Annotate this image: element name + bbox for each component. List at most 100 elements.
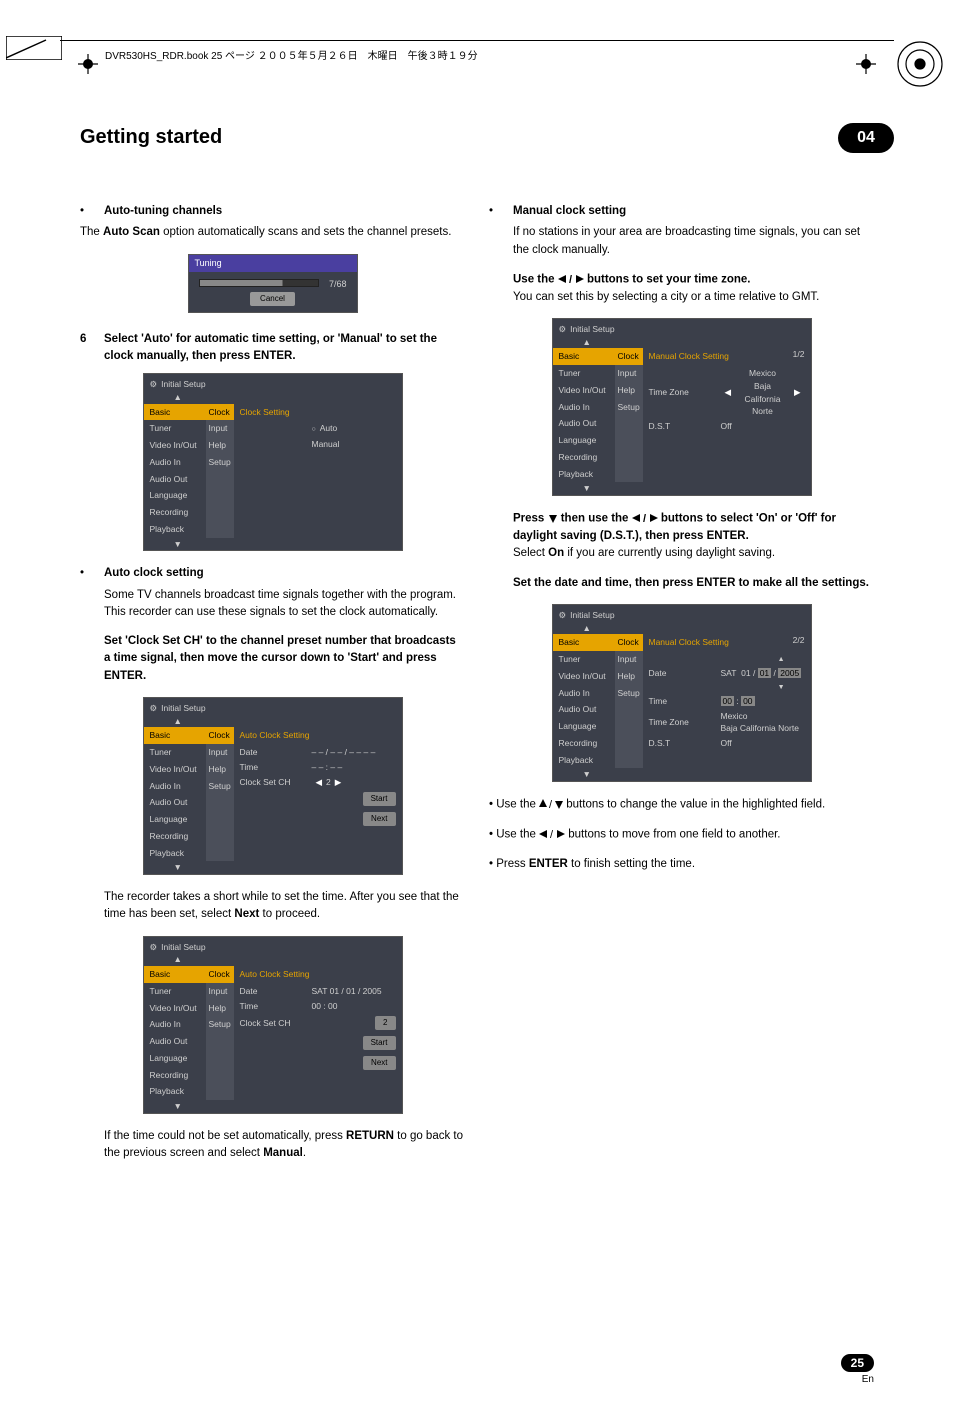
time-hour-field[interactable]: 00 [721,696,734,706]
side-item[interactable]: Recording [144,1067,206,1084]
side-item[interactable]: Language [144,811,206,828]
side-item[interactable]: Language [144,1050,206,1067]
side-item[interactable]: Playback [553,466,615,483]
side-item[interactable]: Video In/Out [144,437,206,454]
time-label: Time [649,695,721,708]
up-arrow-icon: ▲ [174,954,182,964]
time-min-field[interactable]: 00 [741,696,754,706]
dst-body: Select On if you are currently using day… [513,545,874,562]
side-item[interactable]: Audio Out [553,415,615,432]
tab[interactable]: Setup [206,778,234,795]
side-item[interactable]: Tuner [144,744,206,761]
side-item[interactable]: Language [553,718,615,735]
tab[interactable]: Help [206,1000,234,1017]
side-item[interactable]: Video In/Out [553,382,615,399]
side-item[interactable]: Recording [144,504,206,521]
side-item[interactable]: Audio In [144,454,206,471]
text: Use the [496,829,539,841]
section-title: Getting started [80,122,222,153]
side-item[interactable]: Playback [144,521,206,538]
tab[interactable]: Clock [206,966,234,983]
side-item[interactable]: Audio Out [144,1033,206,1050]
side-item[interactable]: Tuner [144,983,206,1000]
tab[interactable]: Input [615,651,643,668]
text: buttons to move from one field to anothe… [565,829,780,841]
tab[interactable]: Help [615,382,643,399]
side-item[interactable]: Basic [144,727,206,744]
text: Use the [496,799,539,811]
start-button[interactable]: Start [363,1036,396,1050]
side-item[interactable]: Video In/Out [144,761,206,778]
tuning-title: Tuning [189,255,357,273]
side-item[interactable]: Recording [553,449,615,466]
tab[interactable]: Input [206,420,234,437]
side-item[interactable]: Language [144,487,206,504]
tab[interactable]: Setup [206,454,234,471]
next-button[interactable]: Next [363,812,395,826]
setup-label: Initial Setup [570,323,614,336]
right-arrow-icon[interactable]: ▶ [790,386,805,399]
option-manual[interactable]: Manual [312,438,396,451]
tab[interactable]: Clock [206,727,234,744]
side-item[interactable]: Audio In [553,399,615,416]
tab[interactable]: Setup [615,685,643,702]
crosshair-tl [78,54,98,79]
side-item[interactable]: Language [553,432,615,449]
tab[interactable]: Clock [615,634,643,651]
side-item[interactable]: Audio Out [553,701,615,718]
auto-clock-heading-text: Auto clock setting [104,565,465,582]
side-item[interactable]: Audio In [144,778,206,795]
setup-heading: Auto Clock Setting [240,968,396,981]
up-arrow-icon: ▲ [174,392,182,402]
cancel-button[interactable]: Cancel [250,292,295,306]
side-item[interactable]: Tuner [144,420,206,437]
date-day-field[interactable]: 01 [758,668,771,678]
next-button[interactable]: Next [363,1056,395,1070]
tab[interactable]: Help [206,761,234,778]
side-item[interactable]: Video In/Out [144,1000,206,1017]
side-item[interactable]: Recording [553,735,615,752]
left-arrow-icon[interactable]: ◀ [312,777,327,787]
setup-tabs: Clock Input Help Setup [206,404,234,538]
tab[interactable]: Setup [615,399,643,416]
auto-tuning-body: The Auto Scan option automatically scans… [80,224,465,241]
side-item[interactable]: Recording [144,828,206,845]
initial-setup-auto-clock-1: ⚙Initial Setup ▲ Basic Tuner Video In/Ou… [143,697,403,875]
tab[interactable]: Input [206,983,234,1000]
date-month[interactable]: 01 [741,668,750,678]
tip-3: • Press ENTER to finish setting the time… [489,856,874,873]
side-item[interactable]: Video In/Out [553,668,615,685]
tab[interactable]: Help [615,668,643,685]
side-item[interactable]: Basic [553,348,615,365]
date-year-field[interactable]: 2005 [778,668,801,678]
side-item[interactable]: Tuner [553,365,615,382]
tab[interactable]: Input [206,744,234,761]
auto-scan-term: Auto Scan [103,226,160,238]
side-item[interactable]: Audio Out [144,471,206,488]
side-item[interactable]: Playback [144,1083,206,1100]
tab[interactable]: Setup [206,1016,234,1033]
tab[interactable]: Input [615,365,643,382]
left-arrow-icon[interactable]: ◀ [721,386,736,399]
side-item[interactable]: Tuner [553,651,615,668]
side-item[interactable]: Audio In [553,685,615,702]
start-button[interactable]: Start [363,792,396,806]
svg-text:/: / [549,799,553,809]
tab[interactable]: Clock [615,348,643,365]
clock-set-ch-value[interactable]: 2 [375,1016,395,1030]
initial-setup-manual-clock-2: ⚙Initial Setup ▲ Basic Tuner Video In/Ou… [552,604,812,782]
option-auto[interactable]: Auto [312,423,338,433]
side-item[interactable]: Basic [144,966,206,983]
side-item[interactable]: Audio Out [144,794,206,811]
tip-1: • Use the / buttons to change the value … [489,796,874,814]
side-item[interactable]: Basic [144,404,206,421]
tab[interactable]: Help [206,437,234,454]
side-item[interactable]: Audio In [144,1016,206,1033]
setup-label: Initial Setup [161,378,205,391]
tab[interactable]: Clock [206,404,234,421]
up-arrow-icon: ▲ [174,716,182,726]
side-item[interactable]: Playback [553,752,615,769]
side-item[interactable]: Basic [553,634,615,651]
side-item[interactable]: Playback [144,845,206,862]
right-arrow-icon[interactable]: ▶ [331,777,346,787]
